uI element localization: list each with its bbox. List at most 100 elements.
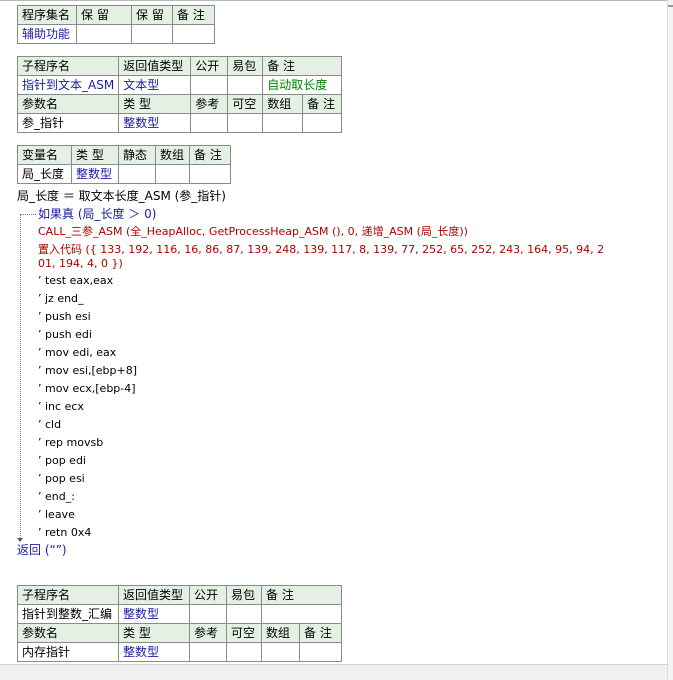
sub2-return-cell[interactable]: 整数型 xyxy=(118,604,190,624)
assembly-note-cell[interactable] xyxy=(172,24,215,44)
param-array-cell[interactable] xyxy=(262,113,304,133)
sub1-header-epkg: 易包 xyxy=(227,56,264,76)
param-name-cell[interactable]: 参_指针 xyxy=(16,113,120,133)
sub2-param-header-array: 数组 xyxy=(261,623,300,643)
param-header-note: 备 注 xyxy=(302,94,343,114)
sub2-param-type-cell[interactable]: 整数型 xyxy=(118,642,190,662)
code-comment-line[interactable]: ’ mov esi,[ebp+8] xyxy=(38,362,137,380)
sub1-param-header-row: 参数名 类 型 参考 可空 数组 备 注 xyxy=(16,94,343,114)
sub2-public-cell[interactable] xyxy=(189,604,227,624)
var-name-cell[interactable]: 局_长度 xyxy=(17,164,72,184)
param-optional-cell[interactable] xyxy=(227,113,264,133)
sub1-public-cell[interactable] xyxy=(190,75,229,95)
var-header-name: 变量名 xyxy=(17,145,72,165)
sub2-header-public: 公开 xyxy=(189,585,227,605)
sub1-row[interactable]: 指针到文本_ASM 文本型 自动取长度 xyxy=(16,75,343,95)
param-header-array: 数组 xyxy=(262,94,304,114)
sub1-header-return: 返回值类型 xyxy=(118,56,192,76)
var-note-cell[interactable] xyxy=(189,164,231,184)
code-comment-line[interactable]: ’ jz end_ xyxy=(38,290,84,308)
sub1-name-cell[interactable]: 指针到文本_ASM xyxy=(16,75,120,95)
sub1-param-row[interactable]: 参_指针 整数型 xyxy=(16,113,343,133)
assembly-table: 程序集名 保 留 保 留 备 注 辅助功能 xyxy=(17,5,215,44)
code-line-call[interactable]: CALL_三参_ASM (全_HeapAlloc, GetProcessHeap… xyxy=(38,223,468,241)
var-header-array: 数组 xyxy=(155,145,190,165)
code-comment-line[interactable]: ’ inc ecx xyxy=(38,398,84,416)
param-header-name: 参数名 xyxy=(16,94,120,114)
sub2-param-header-note: 备 注 xyxy=(299,623,342,643)
assembly-row[interactable]: 辅助功能 xyxy=(17,24,215,44)
if-guide-horizontal xyxy=(20,214,36,215)
sub1-header-name: 子程序名 xyxy=(16,56,120,76)
code-comment-line[interactable]: ’ push edi xyxy=(38,326,92,344)
sub2-param-name-cell[interactable]: 内存指针 xyxy=(17,642,119,662)
sub2-header-row: 子程序名 返回值类型 公开 易包 备 注 xyxy=(17,585,342,605)
sub2-param-array-cell[interactable] xyxy=(261,642,300,662)
code-comment-line[interactable]: ’ leave xyxy=(38,506,75,524)
horizontal-scrollbar[interactable] xyxy=(0,664,667,680)
code-comment-line[interactable]: ’ end_: xyxy=(38,488,75,506)
sub2-epkg-cell[interactable] xyxy=(226,604,262,624)
scroll-marker xyxy=(668,5,673,7)
sub1-epkg-cell[interactable] xyxy=(227,75,264,95)
sub2-param-optional-cell[interactable] xyxy=(226,642,262,662)
sub2-param-note-cell[interactable] xyxy=(299,642,342,662)
sub2-header-return: 返回值类型 xyxy=(118,585,190,605)
sub2-param-header-type: 类 型 xyxy=(118,623,190,643)
variable-header-row: 变量名 类 型 静态 数组 备 注 xyxy=(17,145,231,165)
assembly-reserved2-cell[interactable] xyxy=(131,24,173,44)
var-header-static: 静态 xyxy=(118,145,156,165)
code-comment-line[interactable]: ’ test eax,eax xyxy=(38,272,113,290)
sub1-header-row: 子程序名 返回值类型 公开 易包 备 注 xyxy=(16,56,343,76)
param-note-cell[interactable] xyxy=(302,113,343,133)
var-static-cell[interactable] xyxy=(118,164,156,184)
sub2-param-ref-cell[interactable] xyxy=(189,642,227,662)
code-comment-line[interactable]: ’ push esi xyxy=(38,308,91,326)
code-line-putcode-2[interactable]: 01, 194, 4, 0 }) xyxy=(38,255,123,273)
code-comment-line[interactable]: ’ mov ecx,[ebp-4] xyxy=(38,380,136,398)
sub1-note-cell[interactable]: 自动取长度 xyxy=(262,75,343,95)
var-type-cell[interactable]: 整数型 xyxy=(71,164,119,184)
assembly-header-note: 备 注 xyxy=(172,5,215,25)
var-header-note: 备 注 xyxy=(189,145,231,165)
param-type-cell[interactable]: 整数型 xyxy=(118,113,192,133)
code-comment-line[interactable]: ’ cld xyxy=(38,416,61,434)
param-header-type: 类 型 xyxy=(118,94,192,114)
vertical-scrollbar[interactable] xyxy=(667,0,673,680)
sub1-table: 子程序名 返回值类型 公开 易包 备 注 指针到文本_ASM 文本型 自动取长度… xyxy=(16,56,343,133)
assembly-header-row: 程序集名 保 留 保 留 备 注 xyxy=(17,5,215,25)
var-array-cell[interactable] xyxy=(155,164,190,184)
assembly-name-cell[interactable]: 辅助功能 xyxy=(17,24,77,44)
code-comment-line[interactable]: ’ retn 0x4 xyxy=(38,524,91,542)
top-border xyxy=(0,0,673,1)
code-comment-line[interactable]: ’ pop edi xyxy=(38,452,86,470)
code-line-putcode-1[interactable]: 置入代码 ({ 133, 192, 116, 16, 86, 87, 139, … xyxy=(38,241,604,259)
code-comment-line[interactable]: ’ pop esi xyxy=(38,470,85,488)
assembly-header-reserved1: 保 留 xyxy=(76,5,132,25)
code-line-return[interactable]: 返回 (“”) xyxy=(17,541,67,559)
sub2-table: 子程序名 返回值类型 公开 易包 备 注 指针到整数_汇编 整数型 参数名 类 … xyxy=(17,585,342,662)
sub2-param-header-row: 参数名 类 型 参考 可空 数组 备 注 xyxy=(17,623,342,643)
sub2-name-cell[interactable]: 指针到整数_汇编 xyxy=(17,604,119,624)
sub1-header-public: 公开 xyxy=(190,56,229,76)
var-header-type: 类 型 xyxy=(71,145,119,165)
assembly-reserved1-cell[interactable] xyxy=(76,24,132,44)
code-comment-line[interactable]: ’ rep movsb xyxy=(38,434,103,452)
sub2-param-header-optional: 可空 xyxy=(226,623,262,643)
variable-row[interactable]: 局_长度 整数型 xyxy=(17,164,231,184)
code-line-if[interactable]: 如果真 (局_长度 ＞ 0) xyxy=(38,205,156,223)
param-header-ref: 参考 xyxy=(190,94,229,114)
param-ref-cell[interactable] xyxy=(190,113,229,133)
assembly-header-reserved2: 保 留 xyxy=(131,5,173,25)
code-line-assign[interactable]: 局_长度 ＝ 取文本长度_ASM (参_指针) xyxy=(17,187,226,205)
sub1-return-cell[interactable]: 文本型 xyxy=(118,75,192,95)
sub2-param-row[interactable]: 内存指针 整数型 xyxy=(17,642,342,662)
sub2-param-header-ref: 参考 xyxy=(189,623,227,643)
sub2-header-name: 子程序名 xyxy=(17,585,119,605)
code-comment-line[interactable]: ’ mov edi, eax xyxy=(38,344,116,362)
sub2-note-cell[interactable] xyxy=(261,604,342,624)
assembly-header-name: 程序集名 xyxy=(17,5,77,25)
sub2-row[interactable]: 指针到整数_汇编 整数型 xyxy=(17,604,342,624)
if-guide-vertical xyxy=(20,214,21,538)
variable-table: 变量名 类 型 静态 数组 备 注 局_长度 整数型 xyxy=(17,145,231,184)
